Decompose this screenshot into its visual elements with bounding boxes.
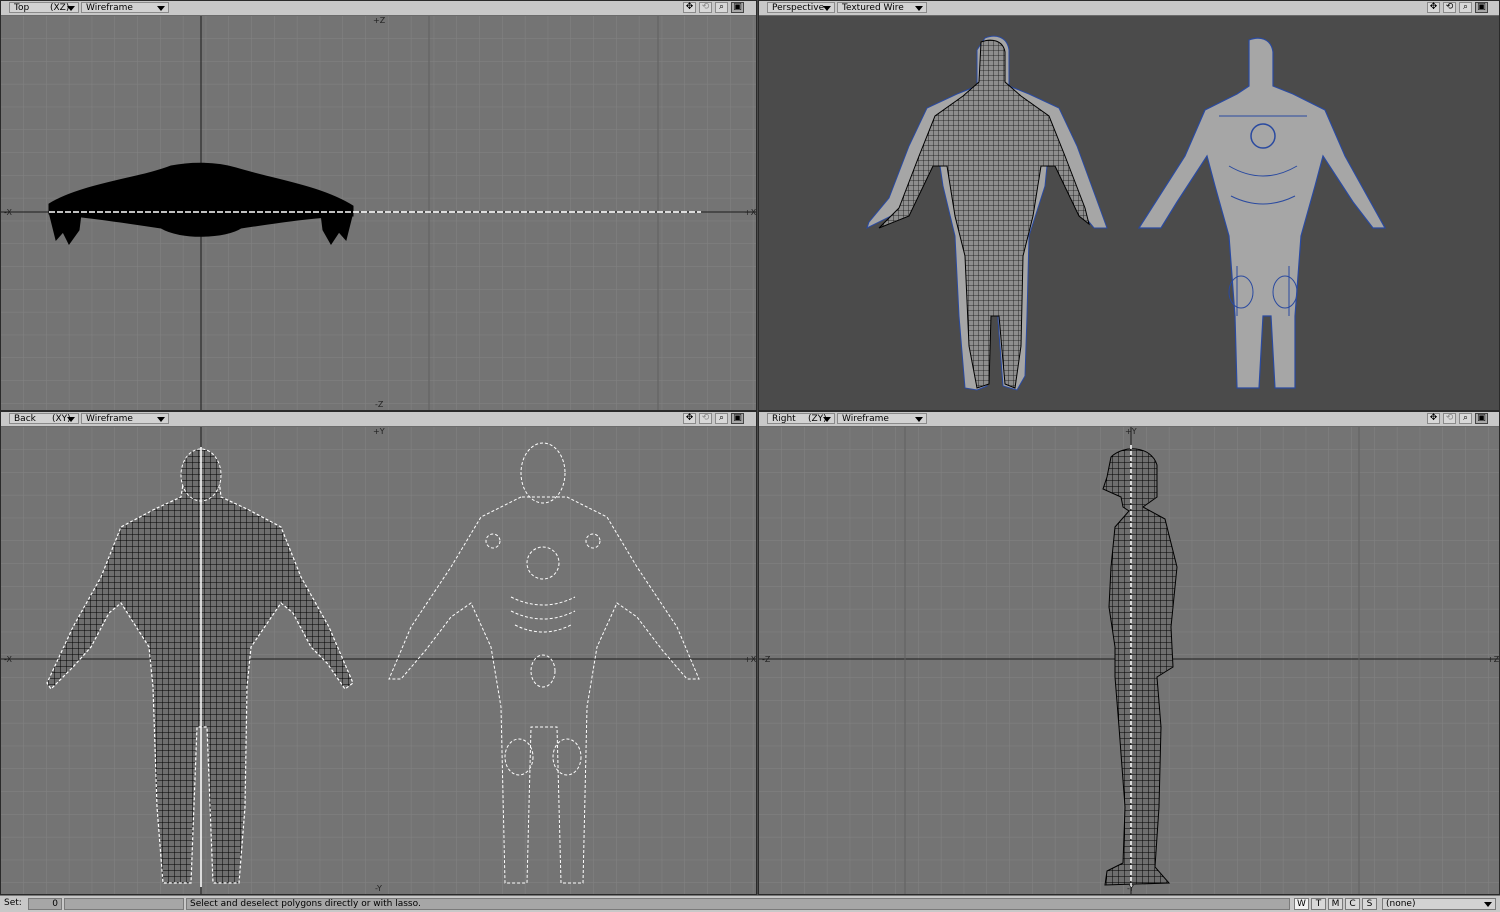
- axis-label-west: -X: [4, 655, 12, 664]
- chevron-down-icon: [915, 6, 923, 11]
- move-icon[interactable]: ✥: [1427, 2, 1440, 13]
- viewport-perspective[interactable]: Perspective Textured Wire ✥ ⟲ ⌕ ▣: [758, 0, 1500, 411]
- rotate-icon[interactable]: ⟲: [1443, 2, 1456, 13]
- perspective-front-figure: [866, 35, 1108, 391]
- axis-label-west: -Z: [762, 655, 771, 664]
- chevron-down-icon: [1484, 902, 1492, 907]
- viewport-back-toolbar: Back (XY) Wireframe ✥ ⟲ ⌕ ▣: [1, 412, 756, 427]
- view-select-perspective[interactable]: Perspective: [767, 2, 835, 13]
- set-value-field[interactable]: 0: [28, 898, 62, 910]
- zoom-icon[interactable]: ⌕: [715, 413, 728, 424]
- maximize-icon[interactable]: ▣: [731, 413, 744, 424]
- axis-label-east: +Z: [1487, 655, 1499, 664]
- move-icon[interactable]: ✥: [683, 413, 696, 424]
- axis-label-east: +X: [744, 208, 756, 217]
- render-mode-select-perspective[interactable]: Textured Wire: [837, 2, 927, 13]
- chevron-down-icon: [157, 417, 165, 422]
- maximize-icon[interactable]: ▣: [1475, 413, 1488, 424]
- axis-label-south: -Y: [1127, 884, 1134, 893]
- chevron-down-icon: [823, 417, 831, 422]
- axis-label-north: +Y: [373, 427, 385, 436]
- move-icon[interactable]: ✥: [683, 2, 696, 13]
- viewport-top-canvas[interactable]: +Z -Z +X -X: [1, 16, 756, 410]
- status-message: Select and deselect polygons directly or…: [186, 898, 1290, 910]
- rotate-icon[interactable]: ⟲: [1443, 413, 1456, 424]
- viewport-back[interactable]: Back (XY) Wireframe ✥ ⟲ ⌕ ▣ +Y -Y +X -X: [0, 411, 757, 895]
- status-empty-field: [64, 898, 184, 910]
- mode-button-s[interactable]: S: [1362, 898, 1377, 910]
- axis-label-south: -Z: [375, 400, 384, 409]
- mode-button-m[interactable]: M: [1328, 898, 1343, 910]
- set-label: Set:: [4, 898, 22, 908]
- viewport-right-graphic: [759, 427, 1499, 894]
- viewport-perspective-canvas[interactable]: [759, 16, 1499, 410]
- render-mode-select-back[interactable]: Wireframe: [81, 413, 169, 424]
- view-select-back[interactable]: Back (XY): [9, 413, 79, 424]
- view-select-top[interactable]: Top (XZ): [9, 2, 79, 13]
- axis-label-north: +Y: [1125, 427, 1137, 436]
- move-icon[interactable]: ✥: [1427, 413, 1440, 424]
- axis-label-west: -X: [4, 208, 12, 217]
- rotate-icon[interactable]: ⟲: [699, 2, 712, 13]
- viewport-top[interactable]: Top (XZ) Wireframe ✥ ⟲ ⌕ ▣ +Z -Z +X -X: [0, 0, 757, 411]
- zoom-icon[interactable]: ⌕: [1459, 2, 1472, 13]
- viewport-top-graphic: [1, 16, 756, 410]
- axis-label-east: +X: [744, 655, 756, 664]
- axis-label-north: +Z: [373, 16, 386, 25]
- perspective-back-template: [1137, 37, 1387, 389]
- maximize-icon[interactable]: ▣: [731, 2, 744, 13]
- status-bar: Set: 0 Select and deselect polygons dire…: [0, 895, 1500, 912]
- viewport-top-toolbar: Top (XZ) Wireframe ✥ ⟲ ⌕ ▣: [1, 1, 756, 16]
- viewport-right[interactable]: Right (ZY) Wireframe ✥ ⟲ ⌕ ▣ +Y -Y +Z -Z: [758, 411, 1500, 895]
- render-mode-select-top[interactable]: Wireframe: [81, 2, 169, 13]
- viewport-right-toolbar: Right (ZY) Wireframe ✥ ⟲ ⌕ ▣: [759, 412, 1499, 427]
- mode-button-w[interactable]: W: [1294, 898, 1309, 910]
- maximize-icon[interactable]: ▣: [1475, 2, 1488, 13]
- viewport-right-canvas[interactable]: +Y -Y +Z -Z: [759, 427, 1499, 894]
- zoom-icon[interactable]: ⌕: [715, 2, 728, 13]
- chevron-down-icon: [823, 6, 831, 11]
- viewport-perspective-graphic: [866, 35, 1387, 391]
- viewport-perspective-toolbar: Perspective Textured Wire ✥ ⟲ ⌕ ▣: [759, 1, 1499, 16]
- chevron-down-icon: [915, 417, 923, 422]
- layer-select[interactable]: (none): [1382, 898, 1496, 910]
- axis-label-south: -Y: [375, 884, 382, 893]
- rotate-icon[interactable]: ⟲: [699, 413, 712, 424]
- chevron-down-icon: [67, 417, 75, 422]
- mode-button-t[interactable]: T: [1311, 898, 1326, 910]
- view-select-right[interactable]: Right (ZY): [767, 413, 835, 424]
- zoom-icon[interactable]: ⌕: [1459, 413, 1472, 424]
- viewport-back-graphic: [1, 427, 756, 894]
- render-mode-select-right[interactable]: Wireframe: [837, 413, 927, 424]
- viewport-back-canvas[interactable]: +Y -Y +X -X: [1, 427, 756, 894]
- mode-button-c[interactable]: C: [1345, 898, 1360, 910]
- chevron-down-icon: [67, 6, 75, 11]
- chevron-down-icon: [157, 6, 165, 11]
